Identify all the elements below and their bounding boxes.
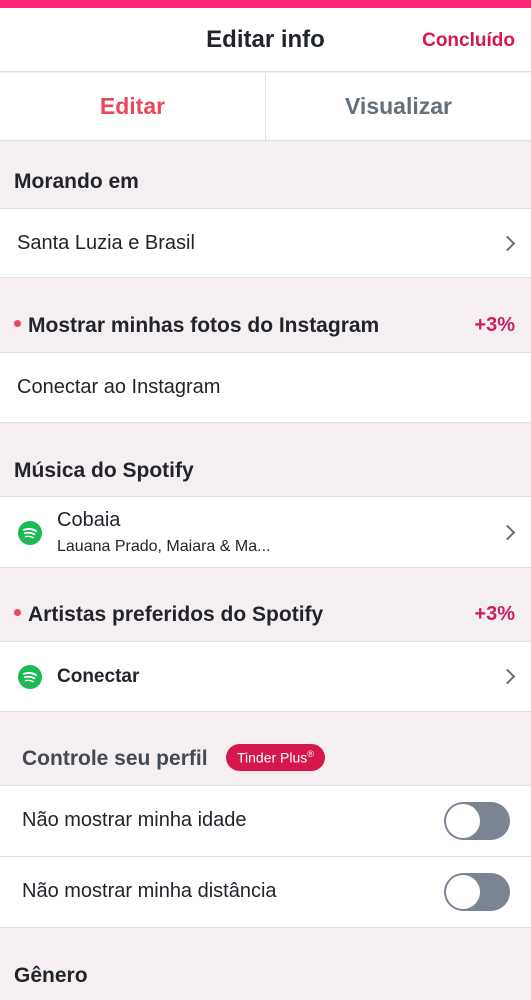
toggle-knob [446,875,480,909]
tab-bar: Editar Visualizar [0,73,531,141]
top-bar: Editar info Concluído [0,8,531,72]
toggle-knob [446,804,480,838]
boost-dot-icon [14,608,21,616]
hide-age-row: Não mostrar minha idade [0,785,531,857]
chevron-right-icon [499,235,516,252]
badge-mark: ® [307,749,314,759]
spotify-artists-heading-text: Artistas preferidos do Spotify [28,603,324,626]
living-heading: Morando em [14,170,139,193]
chevron-right-icon [499,668,516,685]
tab-preview[interactable]: Visualizar [265,73,531,140]
living-value: Santa Luzia e Brasil [17,232,195,254]
hide-age-label: Não mostrar minha idade [22,809,247,831]
spotify-icon [18,665,42,689]
song-title: Cobaia [57,509,121,531]
spotify-artists-boost: +3% [474,603,515,625]
instagram-boost: +3% [474,314,515,336]
instagram-connect-label: Conectar ao Instagram [17,376,221,398]
boost-dot-icon [14,319,21,327]
tab-edit[interactable]: Editar [0,73,265,140]
tinder-plus-badge: Tinder Plus® [226,744,325,771]
hide-age-toggle[interactable] [444,802,510,840]
gender-heading: Gênero [14,964,88,987]
hide-distance-label: Não mostrar minha distância [22,880,277,902]
profile-control-heading: Controle seu perfil [22,747,208,770]
instagram-connect-row[interactable]: Conectar ao Instagram [0,352,531,423]
hide-distance-row: Não mostrar minha distância [0,856,531,928]
hide-distance-toggle[interactable] [444,873,510,911]
spotify-icon [18,521,42,545]
chevron-right-icon [499,524,516,541]
spotify-artists-heading: Artistas preferidos do Spotify [14,603,323,627]
spotify-connect-label: Conectar [57,666,140,687]
spotify-connect-row[interactable]: Conectar [0,641,531,712]
song-artists: Lauana Prado, Maiara & Ma... [57,538,271,555]
instagram-heading-text: Mostrar minhas fotos do Instagram [28,314,380,337]
done-button[interactable]: Concluído [422,30,515,52]
badge-label: Tinder Plus [237,749,308,766]
status-bar [0,0,531,8]
spotify-song-row[interactable]: Cobaia Lauana Prado, Maiara & Ma... [0,496,531,568]
instagram-heading: Mostrar minhas fotos do Instagram [14,314,379,338]
spotify-music-heading: Música do Spotify [14,459,194,482]
living-row[interactable]: Santa Luzia e Brasil [0,208,531,278]
